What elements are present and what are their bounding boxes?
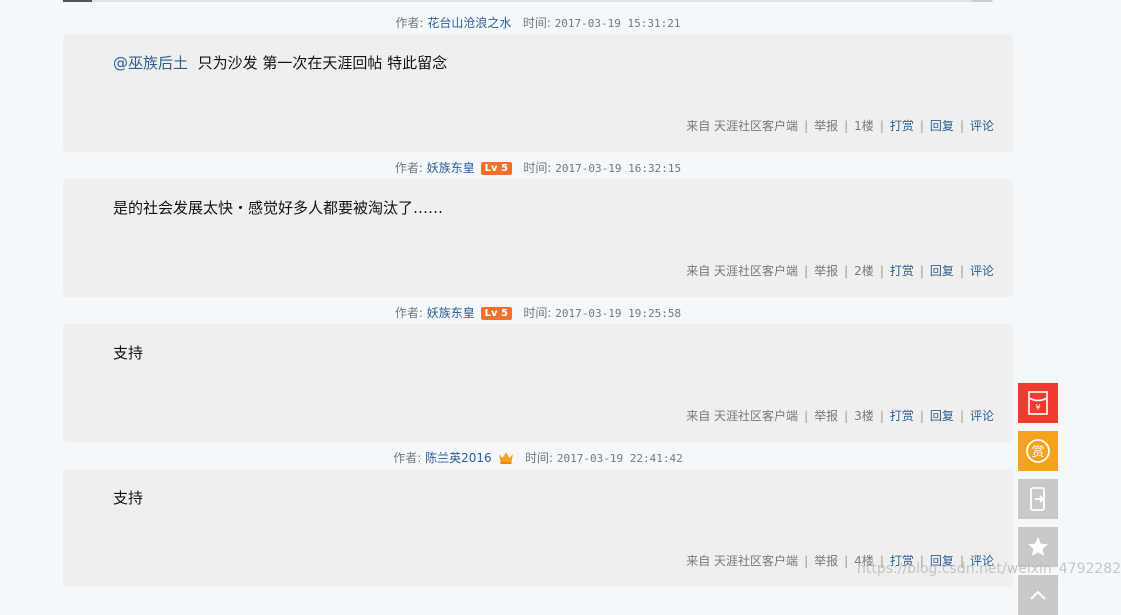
author-label: 作者: (393, 451, 422, 465)
post-actions: 来自 天涯社区客户端 | 举报 | 3楼 | 打赏 | 回复 | 评论 (686, 409, 994, 423)
post-meta: 作者: 妖族东皇 Lv 5 时间: 2017-03-19 19:25:58 (63, 304, 1013, 322)
post-text: 只为沙发 第一次在天涯回帖 特此留念 (197, 54, 448, 72)
post-content: @巫族后土 只为沙发 第一次在天涯回帖 特此留念 (113, 52, 447, 73)
author-label: 作者: (394, 306, 423, 320)
post-content: 支持 (113, 487, 143, 508)
star-icon (1028, 537, 1048, 556)
reward-button[interactable]: 赏 (1018, 431, 1058, 471)
post-content: 支持 (113, 342, 143, 363)
top-divider-end (972, 0, 992, 2)
floor-number: 1楼 (854, 119, 874, 133)
time-label: 时间: (523, 161, 552, 175)
reward-link[interactable]: 打赏 (890, 409, 914, 423)
post-source: 来自 天涯社区客户端 (686, 264, 799, 278)
comment-link[interactable]: 评论 (970, 264, 994, 278)
reply-link[interactable]: 回复 (930, 409, 954, 423)
reward-coin-icon: 赏 (1026, 439, 1050, 463)
post-content: 是的社会发展太快・感觉好多人都要被淘汰了…… (113, 197, 443, 218)
report-link[interactable]: 举报 (814, 554, 838, 568)
post-meta: 作者: 陈兰英2016 时间: 2017-03-19 22:41:42 (63, 449, 1013, 467)
author-link[interactable]: 陈兰英2016 (425, 451, 492, 465)
level-badge: Lv 5 (480, 162, 512, 175)
comment-link[interactable]: 评论 (970, 409, 994, 423)
post-source: 来自 天涯社区客户端 (686, 119, 799, 133)
post-card: 是的社会发展太快・感觉好多人都要被淘汰了…… 来自 天涯社区客户端 | 举报 | 2楼 |… (63, 179, 1013, 297)
reward-link[interactable]: 打赏 (890, 264, 914, 278)
post-meta: 作者: 妖族东皇 Lv 5 时间: 2017-03-19 16:32:15 (63, 159, 1013, 177)
top-tab-marker (63, 0, 92, 2)
report-link[interactable]: 举报 (814, 119, 838, 133)
post-time: 2017-03-19 16:32:15 (555, 162, 682, 175)
author-label: 作者: (394, 161, 423, 175)
post-actions: 来自 天涯社区客户端 | 举报 | 1楼 | 打赏 | 回复 | 评论 (686, 119, 994, 133)
post-text: 支持 (113, 344, 144, 362)
post-card: @巫族后土 只为沙发 第一次在天涯回帖 特此留念 来自 天涯社区客户端 | 举报 | 1… (63, 34, 1013, 152)
post-text: 支持 (113, 489, 144, 507)
back-to-top-button[interactable] (1018, 575, 1058, 615)
red-envelope-icon: ¥ (1028, 391, 1048, 415)
arrow-up-icon (1030, 590, 1046, 600)
time-label: 时间: (523, 306, 552, 320)
top-divider (63, 0, 993, 2)
floor-number: 3楼 (854, 409, 874, 423)
reward-link[interactable]: 打赏 (890, 119, 914, 133)
author-label: 作者: (395, 16, 424, 30)
report-link[interactable]: 举报 (814, 409, 838, 423)
floor-number: 2楼 (854, 264, 874, 278)
svg-text:¥: ¥ (1035, 403, 1040, 412)
post-text: 是的社会发展太快・感觉好多人都要被淘汰了…… (113, 199, 444, 217)
mention-link[interactable]: @巫族后土 (113, 54, 188, 72)
author-link[interactable]: 花台山沧浪之水 (427, 16, 511, 30)
post-time: 2017-03-19 15:31:21 (554, 17, 681, 30)
red-envelope-button[interactable]: ¥ (1018, 383, 1058, 423)
mobile-app-button[interactable] (1018, 479, 1058, 519)
report-link[interactable]: 举报 (814, 264, 838, 278)
level-badge: Lv 5 (480, 307, 512, 320)
author-link[interactable]: 妖族东皇 (427, 161, 475, 175)
time-label: 时间: (524, 451, 554, 465)
comment-link[interactable]: 评论 (970, 119, 994, 133)
svg-text:赏: 赏 (1031, 445, 1044, 460)
crown-icon (498, 452, 513, 464)
post-time: 2017-03-19 22:41:42 (556, 452, 683, 465)
time-label: 时间: (522, 16, 551, 30)
post-meta: 作者: 花台山沧浪之水 时间: 2017-03-19 15:31:21 (63, 14, 1013, 32)
post-source: 来自 天涯社区客户端 (686, 409, 799, 423)
reply-link[interactable]: 回复 (930, 264, 954, 278)
post-source: 来自 天涯社区客户端 (686, 554, 799, 568)
reply-link[interactable]: 回复 (930, 119, 954, 133)
post-actions: 来自 天涯社区客户端 | 举报 | 2楼 | 打赏 | 回复 | 评论 (686, 264, 994, 278)
author-link[interactable]: 妖族东皇 (427, 306, 475, 320)
phone-share-icon (1030, 487, 1045, 511)
post-card: 支持 来自 天涯社区客户端 | 举报 | 3楼 | 打赏 | 回复 | 评论 (63, 324, 1013, 442)
post-time: 2017-03-19 19:25:58 (555, 307, 682, 320)
watermark: https://blog.csdn.net/weixin_47922824 (857, 561, 1121, 577)
